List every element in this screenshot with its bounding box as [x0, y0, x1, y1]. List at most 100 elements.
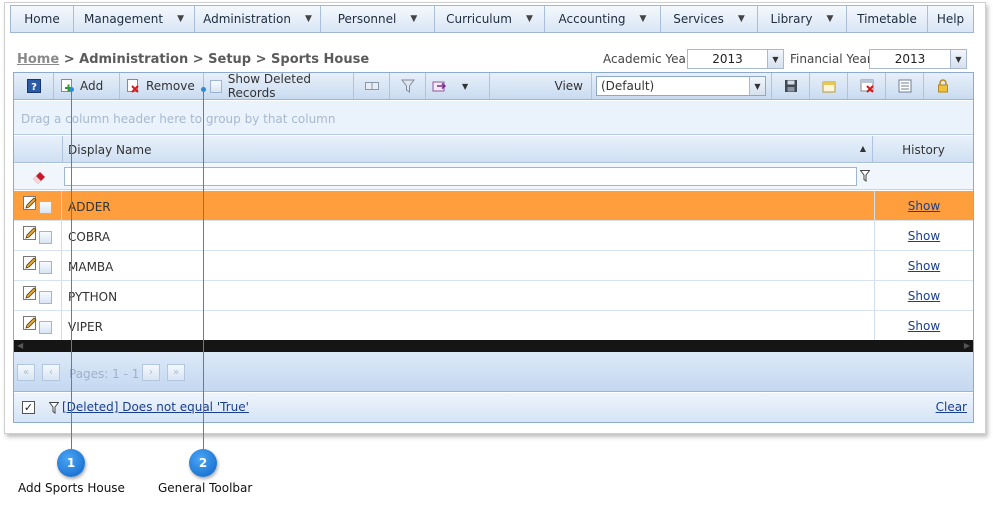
filter-button[interactable]: [390, 73, 426, 99]
lock-icon: [938, 79, 948, 93]
chevron-down-icon[interactable]: ▼: [462, 82, 468, 91]
view-select-value: (Default): [601, 79, 655, 93]
callout-anchor-1: [69, 87, 74, 92]
group-by-panel[interactable]: Drag a column header here to group by th…: [14, 101, 973, 135]
table-row[interactable]: COBRA Show: [14, 221, 973, 251]
callout-anchor-2: [201, 87, 206, 92]
menu-item-timetable[interactable]: Timetable: [847, 6, 928, 32]
filter-enabled-checkbox[interactable]: ✓: [22, 401, 35, 414]
row-edit-cell: [14, 311, 62, 340]
table-row[interactable]: PYTHON Show: [14, 281, 973, 311]
menu-item-services[interactable]: Services ▼: [661, 6, 758, 32]
academic-year-label: Academic Year: [603, 52, 691, 66]
delete-view-button[interactable]: [848, 73, 886, 99]
display-name-cell: PYTHON: [68, 290, 118, 304]
menu-item-home[interactable]: Home: [11, 6, 74, 32]
row-edit-cell: [14, 281, 62, 310]
menu-item-administration[interactable]: Administration ▼: [195, 6, 321, 32]
menu-item-help[interactable]: Help: [928, 6, 973, 32]
callout-caption-1: Add Sports House: [18, 481, 125, 495]
previous-page-icon[interactable]: ‹: [42, 364, 60, 381]
show-deleted-checkbox[interactable]: [210, 79, 222, 93]
main-menu: Home Management ▼ Administration ▼ Personnel ▼…: [10, 5, 974, 33]
save-view-button[interactable]: [772, 73, 810, 99]
sort-ascending-icon: ▲: [859, 144, 866, 153]
add-label: Add: [80, 79, 104, 93]
remove-button[interactable]: Remove: [120, 73, 204, 99]
help-icon: ?: [26, 79, 41, 93]
remove-icon: [127, 79, 139, 93]
history-show-link[interactable]: Show: [874, 251, 973, 280]
table-row[interactable]: VIPER Show: [14, 311, 973, 341]
table-row[interactable]: MAMBA Show: [14, 251, 973, 281]
eraser-icon[interactable]: [31, 169, 47, 185]
lock-view-button[interactable]: [924, 73, 962, 99]
show-deleted-toggle[interactable]: Show Deleted Records: [204, 72, 354, 100]
menu-item-management[interactable]: Management ▼: [74, 6, 195, 32]
menu-item-personnel[interactable]: Personnel ▼: [321, 6, 435, 32]
filter-icon: [49, 402, 59, 414]
chevron-down-icon: ▼: [525, 14, 533, 24]
chevron-down-icon[interactable]: ▼: [749, 77, 765, 95]
scroll-left-icon[interactable]: ◀: [17, 341, 23, 350]
history-show-link[interactable]: Show: [874, 311, 973, 340]
academic-year-value: 2013: [712, 52, 743, 66]
menu-item-library[interactable]: Library ▼: [758, 6, 847, 32]
history-show-link[interactable]: Show: [874, 191, 973, 220]
display-name-cell: VIPER: [68, 320, 103, 334]
breadcrumb-home-link[interactable]: Home: [17, 52, 59, 67]
clear-filter-link[interactable]: Clear: [936, 400, 967, 414]
show-deleted-label: Show Deleted Records: [227, 72, 311, 100]
next-page-icon[interactable]: ›: [142, 364, 160, 381]
edit-icon[interactable]: [23, 226, 38, 241]
edit-icon[interactable]: [23, 316, 38, 331]
row-select-checkbox[interactable]: [39, 201, 52, 214]
scroll-right-icon[interactable]: ▶: [964, 341, 970, 350]
column-header-history[interactable]: History: [874, 136, 973, 163]
filter-row: [14, 164, 973, 190]
remove-label: Remove: [146, 79, 195, 93]
edit-icon[interactable]: [23, 286, 38, 301]
menu-item-curriculum[interactable]: Curriculum ▼: [435, 6, 545, 32]
row-select-checkbox[interactable]: [39, 231, 52, 244]
chevron-down-icon[interactable]: ▼: [950, 50, 966, 68]
chevron-down-icon: ▼: [737, 14, 745, 24]
delete-view-icon: [860, 79, 874, 93]
filter-expression-link[interactable]: [Deleted] Does not equal 'True': [62, 400, 249, 414]
row-select-checkbox[interactable]: [39, 261, 52, 274]
row-select-checkbox[interactable]: [39, 321, 52, 334]
export-icon: [432, 81, 446, 92]
chevron-down-icon: ▼: [826, 14, 834, 24]
financial-year-select[interactable]: 2013 ▼: [869, 49, 967, 69]
row-edit-cell: [14, 191, 62, 220]
last-page-icon[interactable]: »: [167, 364, 185, 381]
export-button[interactable]: ▼: [426, 73, 490, 99]
chevron-down-icon: ▼: [639, 14, 647, 24]
edit-icon[interactable]: [23, 196, 38, 211]
menu-item-accounting[interactable]: Accounting ▼: [545, 6, 661, 32]
help-button[interactable]: ?: [14, 73, 54, 99]
filter-icon[interactable]: [860, 170, 870, 182]
table-row[interactable]: ADDER Show: [14, 191, 973, 221]
general-toolbar: ? Add Remove Show Deleted Records ▼ View…: [14, 72, 973, 100]
view-select[interactable]: (Default) ▼: [596, 76, 766, 96]
view-properties-button[interactable]: [886, 73, 924, 99]
edit-icon[interactable]: [23, 256, 38, 271]
first-page-icon[interactable]: «: [17, 364, 35, 381]
row-select-checkbox[interactable]: [39, 291, 52, 304]
column-header-display-name[interactable]: Display Name ▲: [62, 136, 873, 163]
callout-line-2: [203, 89, 204, 449]
pager-label: Pages: 1 - 1: [69, 367, 140, 381]
new-view-button[interactable]: [810, 73, 848, 99]
filter-icon: [400, 79, 415, 93]
display-name-filter-input[interactable]: [64, 167, 857, 186]
columns-button[interactable]: [354, 73, 390, 99]
academic-year-select[interactable]: 2013 ▼: [687, 49, 784, 69]
history-show-link[interactable]: Show: [874, 221, 973, 250]
add-button[interactable]: Add: [54, 73, 120, 99]
horizontal-scrollbar[interactable]: ◀ ▶: [14, 340, 973, 352]
menu-item-label: Timetable: [857, 12, 917, 26]
view-label: View: [490, 73, 592, 99]
chevron-down-icon[interactable]: ▼: [767, 50, 783, 68]
history-show-link[interactable]: Show: [874, 281, 973, 310]
